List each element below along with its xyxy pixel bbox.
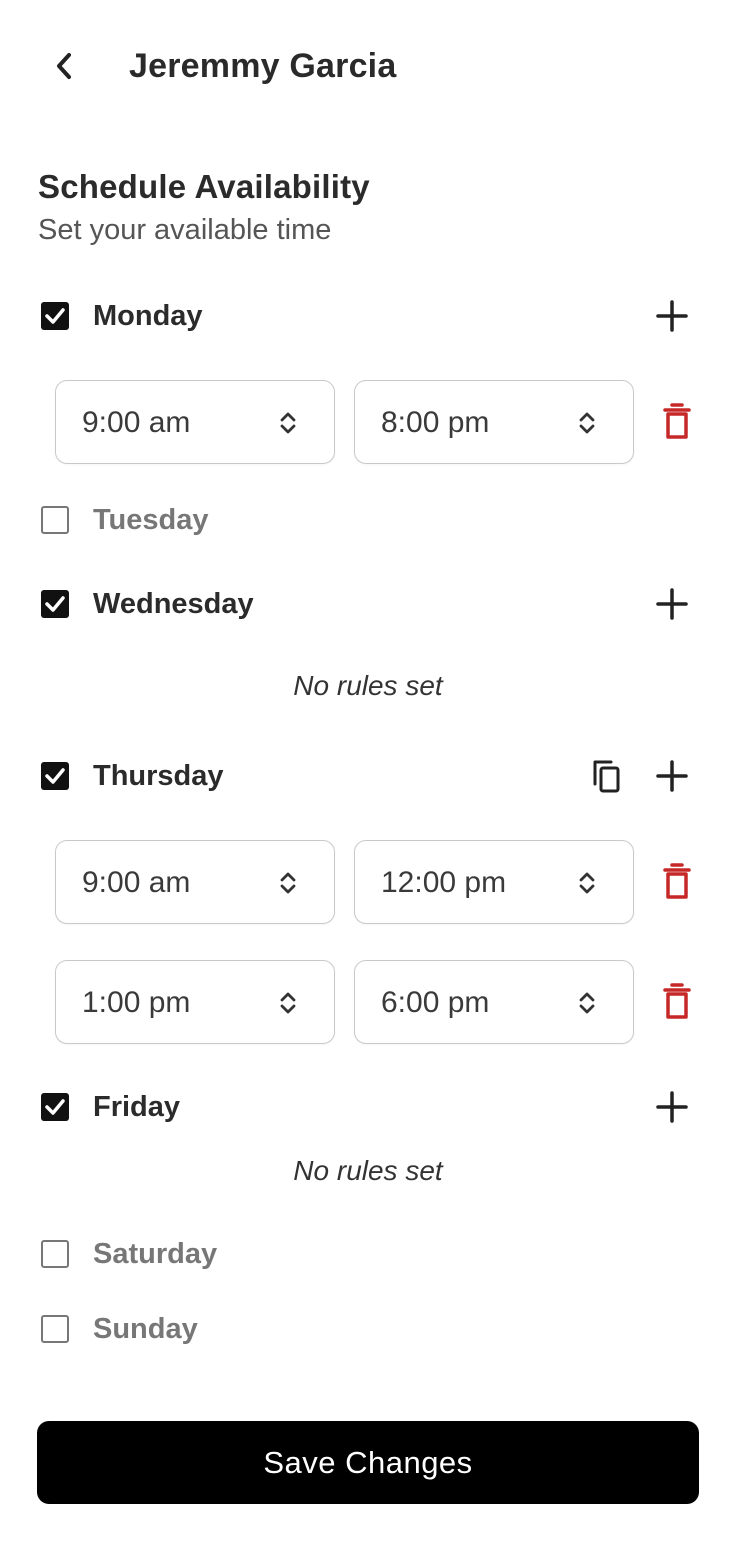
- add-slot-button-thursday[interactable]: [650, 754, 694, 798]
- plus-icon: [656, 1091, 688, 1123]
- section-title: Schedule Availability: [38, 168, 370, 205]
- add-slot-button-wednesday[interactable]: [650, 582, 694, 626]
- delete-slot-button[interactable]: [655, 858, 699, 906]
- day-row-sunday: Sunday: [0, 1303, 736, 1353]
- back-button[interactable]: [44, 44, 84, 88]
- day-label-thursday: Thursday: [93, 760, 224, 792]
- day-row-wednesday: Wednesday: [0, 578, 736, 628]
- chevron-left-icon: [57, 53, 71, 79]
- plus-icon: [656, 760, 688, 792]
- checkbox-sunday[interactable]: [41, 1315, 69, 1343]
- checkbox-wednesday[interactable]: [41, 590, 69, 618]
- day-label-sunday: Sunday: [93, 1313, 198, 1345]
- day-row-friday: Friday: [0, 1081, 736, 1131]
- day-label-tuesday: Tuesday: [93, 504, 209, 536]
- end-time-select[interactable]: 6:00 pm: [354, 960, 634, 1044]
- start-time-value: 9:00 am: [82, 406, 191, 439]
- trash-icon: [663, 983, 691, 1019]
- start-time-select[interactable]: 1:00 pm: [55, 960, 335, 1044]
- chevron-up-down-icon: [579, 412, 595, 434]
- no-rules-text: No rules set: [293, 670, 443, 701]
- plus-icon: [656, 588, 688, 620]
- start-time-select[interactable]: 9:00 am: [55, 380, 335, 464]
- chevron-up-down-icon: [280, 992, 296, 1014]
- start-time-select[interactable]: 9:00 am: [55, 840, 335, 924]
- end-time-select[interactable]: 8:00 pm: [354, 380, 634, 464]
- time-slot-row: 9:00 am 8:00 pm: [0, 380, 736, 464]
- time-slot-row: 1:00 pm 6:00 pm: [0, 960, 736, 1044]
- trash-icon: [663, 403, 691, 439]
- checkmark-icon: [45, 596, 65, 612]
- chevron-up-down-icon: [280, 412, 296, 434]
- save-changes-button[interactable]: Save Changes: [37, 1421, 699, 1504]
- checkbox-friday[interactable]: [41, 1093, 69, 1121]
- checkbox-saturday[interactable]: [41, 1240, 69, 1268]
- no-rules-text: No rules set: [293, 1155, 443, 1186]
- day-label-monday: Monday: [93, 300, 203, 332]
- start-time-value: 9:00 am: [82, 866, 191, 899]
- copy-icon: [593, 760, 620, 793]
- chevron-up-down-icon: [579, 992, 595, 1014]
- checkmark-icon: [45, 1099, 65, 1115]
- trash-icon: [663, 863, 691, 899]
- end-time-value: 6:00 pm: [381, 986, 490, 1019]
- plus-icon: [656, 300, 688, 332]
- add-slot-button-friday[interactable]: [650, 1085, 694, 1129]
- checkmark-icon: [45, 768, 65, 784]
- checkbox-monday[interactable]: [41, 302, 69, 330]
- day-row-tuesday: Tuesday: [0, 494, 736, 544]
- checkmark-icon: [45, 308, 65, 324]
- chevron-up-down-icon: [280, 872, 296, 894]
- day-row-saturday: Saturday: [0, 1228, 736, 1278]
- chevron-up-down-icon: [579, 872, 595, 894]
- day-label-friday: Friday: [93, 1091, 181, 1123]
- start-time-value: 1:00 pm: [82, 986, 191, 1019]
- day-label-wednesday: Wednesday: [93, 588, 254, 620]
- end-time-select[interactable]: 12:00 pm: [354, 840, 634, 924]
- copy-schedule-button[interactable]: [585, 754, 629, 798]
- delete-slot-button[interactable]: [655, 978, 699, 1026]
- end-time-value: 12:00 pm: [381, 866, 507, 899]
- time-slot-row: 9:00 am 12:00 pm: [0, 840, 736, 924]
- day-row-monday: Monday: [0, 290, 736, 340]
- day-label-saturday: Saturday: [93, 1238, 218, 1270]
- add-slot-button-monday[interactable]: [650, 294, 694, 338]
- end-time-value: 8:00 pm: [381, 406, 490, 439]
- section-subtitle: Set your available time: [38, 214, 332, 246]
- delete-slot-button[interactable]: [655, 398, 699, 446]
- page-title: Jeremmy Garcia: [129, 47, 397, 85]
- checkbox-tuesday[interactable]: [41, 506, 69, 534]
- checkbox-thursday[interactable]: [41, 762, 69, 790]
- day-row-thursday: Thursday: [0, 750, 736, 800]
